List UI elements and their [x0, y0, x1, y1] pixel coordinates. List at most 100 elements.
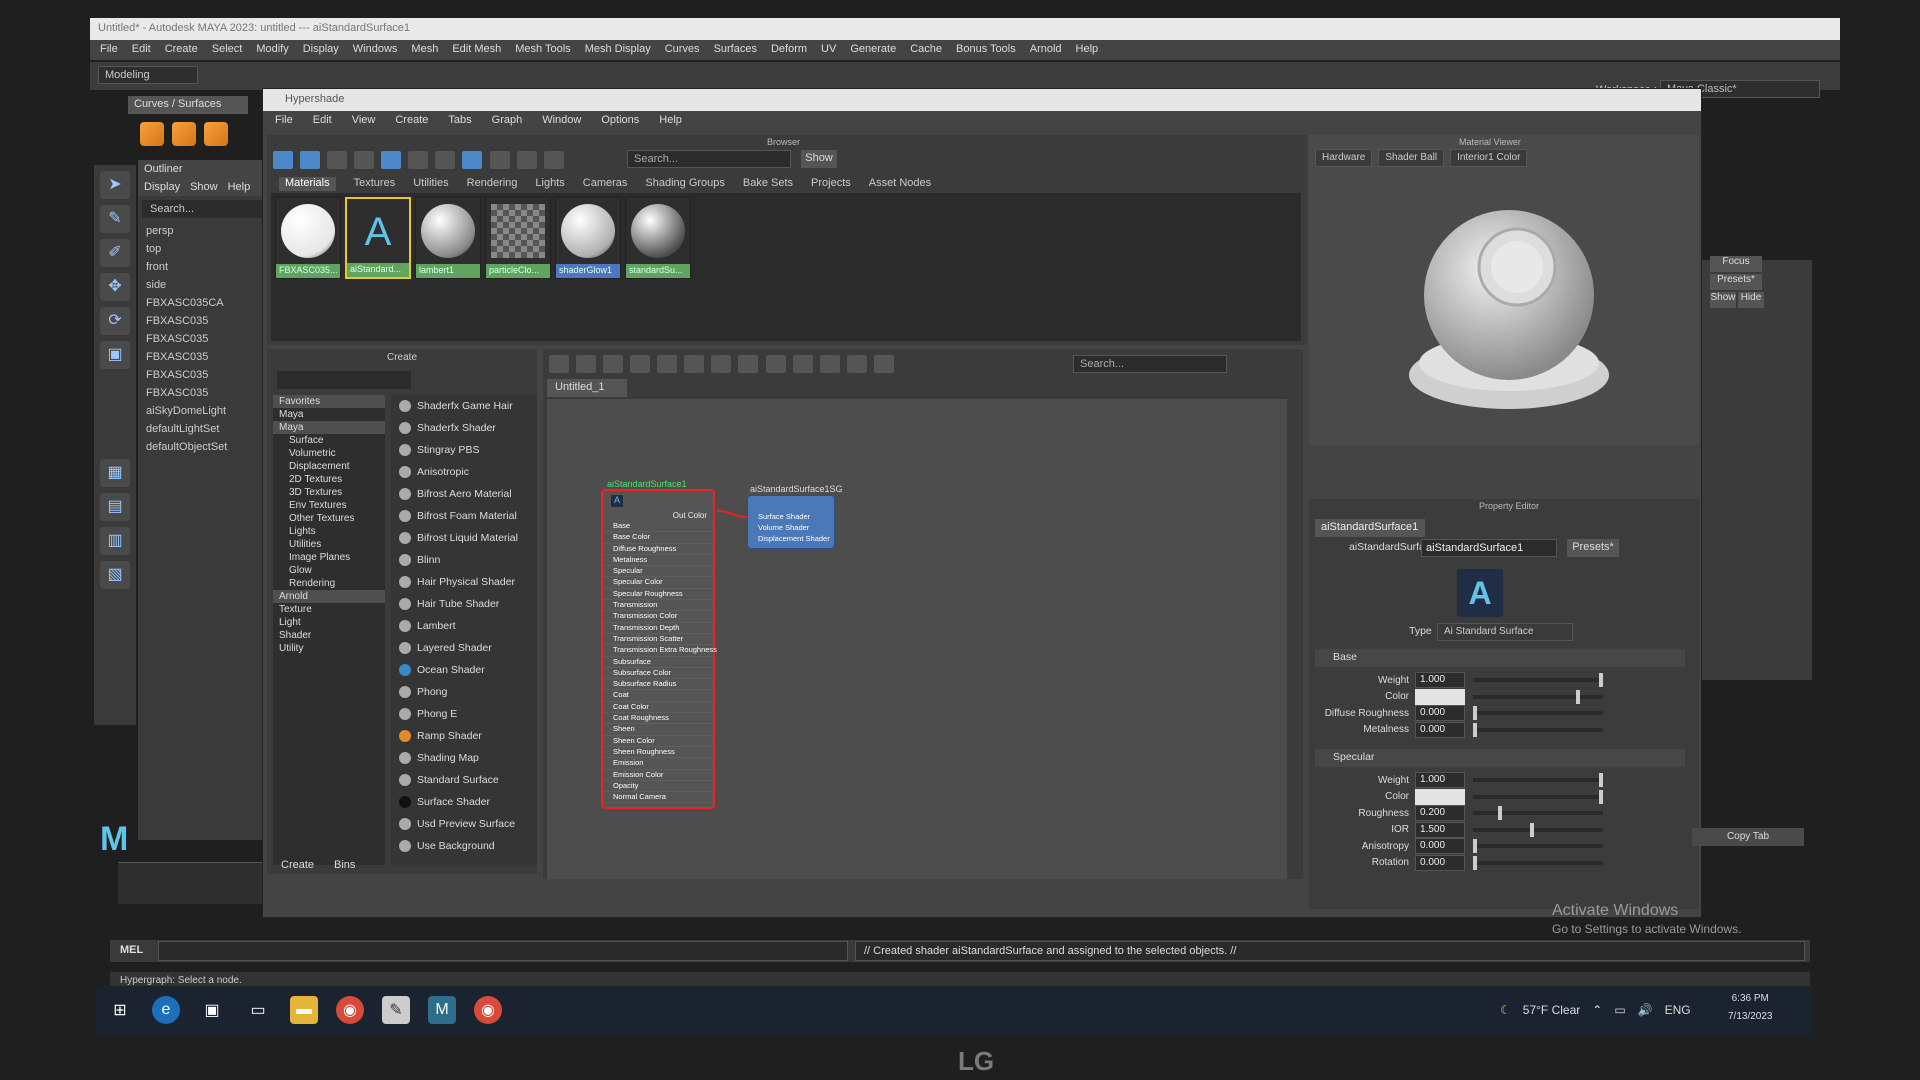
side-presets-button[interactable]: Presets* — [1710, 274, 1762, 290]
material-swatch[interactable]: AaiStandard... — [345, 197, 411, 279]
node-attribute[interactable]: Transmission Color — [603, 611, 713, 623]
clear-graph-icon[interactable] — [630, 355, 651, 373]
section-specular[interactable]: Specular — [1315, 749, 1685, 767]
property-slider[interactable] — [1473, 839, 1603, 853]
node-attribute[interactable]: Coat — [603, 690, 713, 702]
slider-handle[interactable] — [1473, 706, 1477, 720]
property-value-field[interactable]: 0.000 — [1415, 721, 1465, 738]
browser-tab[interactable]: Projects — [811, 177, 851, 191]
shader-name-field[interactable]: aiStandardSurface1 — [1421, 539, 1557, 557]
property-value-field[interactable]: 1.000 — [1415, 672, 1465, 688]
windows-start-icon[interactable]: ⊞ — [106, 996, 134, 1024]
slider-handle[interactable] — [1473, 722, 1477, 737]
edge-icon[interactable]: e — [152, 996, 180, 1024]
outliner-menu-help[interactable]: Help — [228, 181, 251, 193]
property-value-field[interactable]: 1.500 — [1415, 821, 1465, 838]
node-attribute[interactable]: Transmission — [603, 600, 713, 612]
shader-item[interactable]: Use Background — [391, 835, 537, 857]
hypershade-menu-item[interactable]: Help — [659, 114, 682, 128]
outliner-menu-display[interactable]: Display — [144, 181, 180, 193]
slider-handle[interactable] — [1473, 839, 1477, 853]
category-item[interactable]: Lights — [273, 525, 385, 538]
material-swatch[interactable]: FBXASC035... — [275, 197, 341, 279]
hypershade-menu-item[interactable]: View — [352, 114, 376, 128]
node-attribute[interactable]: Metalness — [603, 555, 713, 567]
slider-handle[interactable] — [1599, 789, 1603, 804]
hypershade-menu-item[interactable]: Window — [542, 114, 581, 128]
category-item[interactable]: Surface — [273, 434, 385, 447]
graph-tab[interactable]: Untitled_1 — [547, 379, 627, 397]
menu-item[interactable]: Select — [212, 43, 243, 57]
chrome-icon[interactable]: ◉ — [474, 996, 502, 1024]
property-value-field[interactable]: 1.000 — [1415, 772, 1465, 788]
sort-name-icon[interactable] — [462, 151, 483, 169]
shader-item[interactable]: Usd Preview Surface — [391, 813, 537, 835]
browser-tab[interactable]: Asset Nodes — [869, 177, 931, 191]
category-item[interactable]: Maya — [273, 408, 385, 421]
outliner-item[interactable]: defaultLightSet — [138, 420, 268, 438]
menu-item[interactable]: Windows — [353, 43, 398, 57]
input-connections-icon[interactable] — [549, 355, 569, 373]
node-attribute[interactable]: Subsurface Radius — [603, 679, 713, 691]
large-icons-icon[interactable] — [435, 151, 456, 169]
node-attribute[interactable]: Subsurface — [603, 657, 713, 668]
square-icon[interactable] — [354, 151, 375, 169]
grid-icon[interactable] — [873, 355, 894, 373]
category-item[interactable]: Volumetric — [273, 447, 385, 460]
category-item[interactable]: Glow — [273, 564, 385, 577]
shader-item[interactable]: Phong E — [391, 703, 537, 725]
scale-tool-icon[interactable]: ▣ — [100, 341, 130, 369]
category-item[interactable]: Env Textures — [273, 499, 385, 512]
node-attribute[interactable]: Subsurface Color — [603, 668, 713, 680]
hypershade-menu-item[interactable]: Tabs — [448, 114, 471, 128]
hypershade-menu-item[interactable]: File — [275, 114, 293, 128]
shader-item[interactable]: Shaderfx Shader — [391, 417, 537, 439]
browser-show-button[interactable]: Show — [801, 150, 837, 168]
node-attribute[interactable]: Sheen — [603, 724, 713, 736]
slider-handle[interactable] — [1599, 673, 1603, 687]
slider-handle[interactable] — [1599, 773, 1603, 787]
hypershade-menu-item[interactable]: Options — [601, 114, 639, 128]
category-item[interactable]: Rendering — [273, 577, 385, 590]
menu-item[interactable]: UV — [821, 43, 836, 57]
node-attribute[interactable]: Specular — [603, 566, 713, 578]
tab-create[interactable]: Create — [281, 859, 314, 873]
menu-item[interactable]: Curves — [665, 43, 700, 57]
slider-handle[interactable] — [1529, 822, 1534, 837]
category-item[interactable]: Favorites — [273, 395, 385, 408]
slider-handle[interactable] — [1576, 689, 1581, 704]
mel-input[interactable] — [158, 941, 848, 961]
material-swatch[interactable]: standardSu... — [625, 197, 691, 279]
shader-item[interactable]: Phong — [391, 681, 537, 703]
slider-handle[interactable] — [1498, 806, 1503, 820]
outliner-item[interactable]: front — [138, 258, 268, 276]
shader-item[interactable]: Ramp Shader — [391, 725, 537, 747]
outliner-item[interactable]: FBXASC035 — [138, 312, 268, 330]
outliner-item[interactable]: persp — [138, 222, 268, 240]
node-attribute[interactable]: Transmission Depth — [603, 623, 713, 634]
category-item[interactable]: Utility — [273, 642, 385, 655]
focus-button[interactable]: Focus — [1710, 256, 1762, 272]
category-item[interactable]: Shader — [273, 629, 385, 642]
outliner-item[interactable]: FBXASC035 — [138, 330, 268, 348]
type-dropdown[interactable]: Ai Standard Surface — [1437, 623, 1573, 641]
document-icon[interactable]: ▭ — [244, 996, 272, 1024]
color-swatch[interactable] — [1415, 788, 1465, 805]
shape-dropdown[interactable]: Shader Ball — [1378, 149, 1445, 167]
menu-item[interactable]: Surfaces — [714, 43, 757, 57]
graph-canvas[interactable]: aiStandardSurface1 A Out Color Base Base … — [547, 399, 1287, 879]
menu-item[interactable]: Mesh — [411, 43, 438, 57]
volume-icon[interactable]: 🔊 — [1638, 1003, 1653, 1017]
node-attribute[interactable]: Sheen Roughness — [603, 747, 713, 759]
small-icons-icon[interactable] — [381, 151, 402, 169]
medium-icons-icon[interactable] — [408, 151, 429, 169]
shader-item[interactable]: Shading Map — [391, 747, 537, 769]
browser-tab[interactable]: Bake Sets — [743, 177, 793, 191]
minus-icon[interactable] — [327, 151, 348, 169]
outliner-menu-show[interactable]: Show — [190, 181, 218, 193]
chrome-icon[interactable]: ◉ — [336, 996, 364, 1024]
swatch-simple-icon[interactable] — [765, 355, 786, 373]
presets-button[interactable]: Presets* — [1567, 539, 1619, 557]
layout-two-icon[interactable]: ▥ — [100, 527, 130, 555]
copy-tab-button[interactable]: Copy Tab — [1692, 828, 1804, 846]
